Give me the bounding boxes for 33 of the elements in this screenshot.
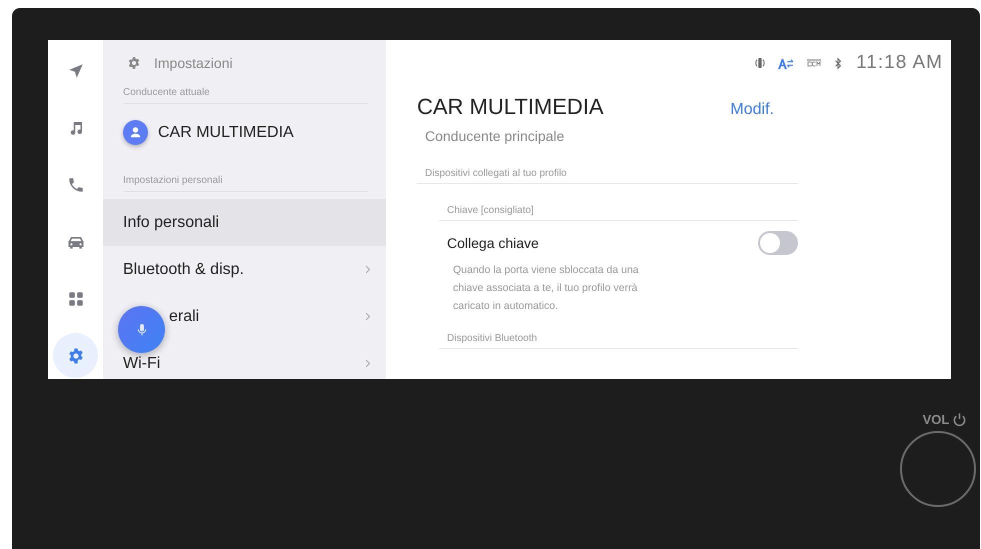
profile-role: Conducente principale — [425, 128, 566, 144]
section-label: Dispositivi Bluetooth — [439, 333, 798, 349]
voice-button[interactable] — [118, 306, 165, 353]
grid-icon — [66, 290, 84, 308]
toggle-switch[interactable] — [758, 231, 798, 255]
text-direction-icon — [777, 56, 794, 70]
section-label: Dispositivi collegati al tuo profilo — [417, 168, 798, 184]
volume-label: VOL — [922, 412, 950, 427]
settings-icon — [66, 346, 84, 364]
power-icon — [952, 412, 968, 427]
profile-name: CAR MULTIMEDIA — [417, 94, 604, 120]
section-label: Conducente attuale — [123, 87, 368, 104]
setting-label: Collega chiave — [447, 235, 539, 251]
menu-item[interactable]: Info personali — [103, 199, 386, 246]
phone-icon — [66, 176, 84, 194]
dcm-icon — [806, 58, 822, 68]
arrow-icon — [66, 62, 84, 80]
avatar-icon — [123, 120, 148, 145]
edit-link[interactable]: Modif. — [730, 101, 774, 119]
settings-button[interactable] — [53, 333, 98, 378]
clock: 11:18 AM — [856, 52, 943, 74]
volume-knob[interactable] — [900, 431, 976, 507]
menu-item[interactable]: Bluetooth & disp. — [103, 246, 386, 293]
bluetooth-icon — [834, 56, 842, 70]
wireless-charging-icon — [755, 56, 766, 70]
driver-name: CAR MULTIMEDIA — [158, 124, 294, 142]
menu-item[interactable]: erali — [103, 293, 386, 340]
section-label: Chiave [consigliato] — [439, 205, 798, 221]
setting-description: Quando la porta viene sbloccata da una chiave associata a te, il tuo profilo verrà caricato in automatico. — [453, 263, 640, 314]
menu-item[interactable]: Wi-Fi — [103, 340, 386, 379]
section-label: Impostazioni personali — [123, 175, 368, 192]
settings-icon — [127, 56, 141, 70]
sidebar-title: Impostazioni — [154, 55, 233, 71]
